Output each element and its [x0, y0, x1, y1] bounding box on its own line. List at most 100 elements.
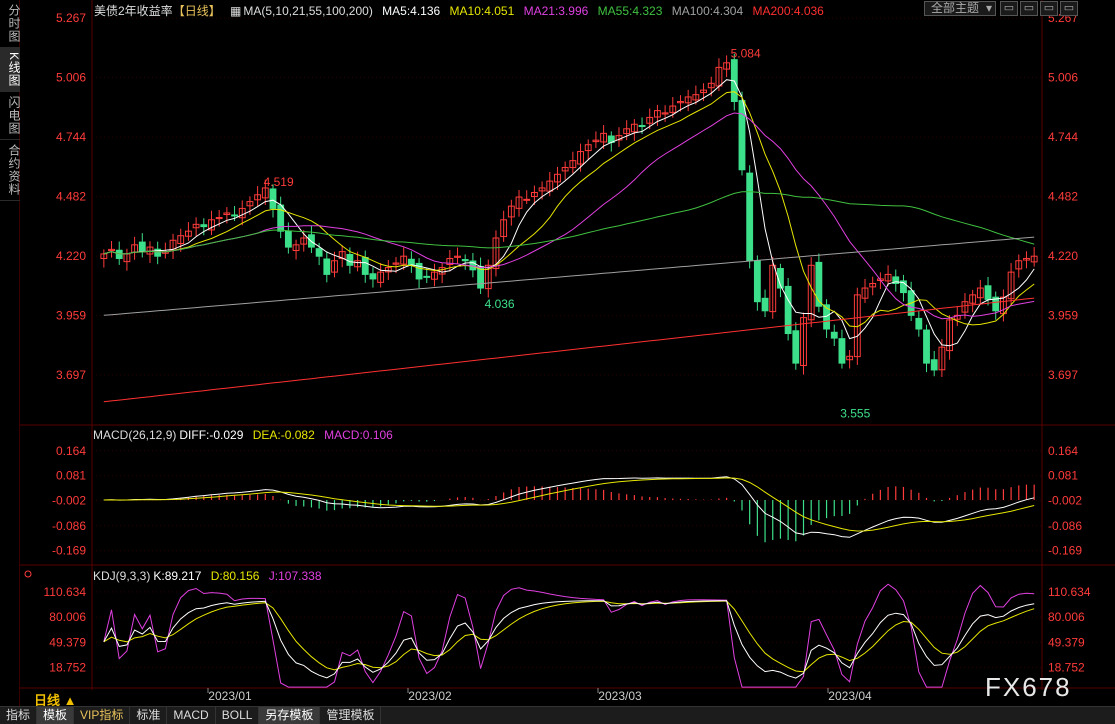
- candle-body: [200, 224, 208, 228]
- price-tick-right: 3.697: [1048, 368, 1078, 382]
- macd-diff-line: [103, 476, 1035, 538]
- macd-dea-line: [103, 477, 1035, 532]
- bottom-tab-3[interactable]: 标准: [130, 707, 168, 724]
- bottom-tab-5[interactable]: BOLL: [216, 707, 260, 724]
- macd-tick-right: 0.164: [1048, 444, 1078, 458]
- ma100-value: MA100:4.304: [671, 4, 744, 18]
- kdj-j-line: [103, 583, 1035, 688]
- macd-diff: DIFF:-0.029: [179, 428, 244, 442]
- window-button-3[interactable]: ▭: [1040, 1, 1058, 16]
- window-button-4[interactable]: ▭: [1060, 1, 1078, 16]
- bottom-tab-1[interactable]: 模板: [37, 707, 75, 724]
- candle-body: [753, 260, 761, 303]
- candle-body: [746, 172, 754, 262]
- date-label: 2023/03: [598, 689, 642, 703]
- candle-body: [323, 258, 331, 275]
- kdj-k: K:89.217: [153, 569, 202, 583]
- watermark-logo: FX678: [985, 672, 1072, 702]
- candle-body: [761, 297, 769, 312]
- window-button-1[interactable]: ▭: [1000, 1, 1018, 16]
- bottom-tab-6[interactable]: 另存模板: [259, 707, 321, 724]
- theme-dropdown[interactable]: 全部主题 ▾: [924, 1, 996, 16]
- date-label: 2023/02: [408, 689, 452, 703]
- chart-canvas[interactable]: 5.267 5.2675.006 5.0064.744 4.7444.482 4.482…: [20, 0, 1115, 706]
- low-marker-label-2: 3.555: [840, 406, 870, 420]
- macd-tick-left: 0.081: [56, 469, 86, 483]
- view-tab-1[interactable]: K线图: [0, 48, 21, 93]
- date-label: 2023/01: [208, 689, 252, 703]
- view-tab-3[interactable]: 合约资料: [0, 140, 21, 202]
- kdj-k-line: [103, 600, 1035, 679]
- high-marker-label-2: 5.084: [731, 47, 761, 61]
- price-tick-right: 5.006: [1048, 70, 1078, 84]
- candle-body: [930, 359, 938, 371]
- candle-body: [461, 259, 469, 262]
- macd-legend: MACD(26,12,9) DIFF:-0.029 DEA:-0.082 MACD…: [93, 428, 399, 442]
- period-tag: 【日线】: [172, 4, 221, 18]
- ma5-value: MA5:4.136: [382, 4, 441, 18]
- chevron-down-icon: ▾: [985, 1, 992, 15]
- candle-body: [915, 317, 923, 330]
- price-tick-left: 4.744: [56, 130, 86, 144]
- macd-tick-left: 0.164: [56, 444, 86, 458]
- macd-tick-left: -0.086: [52, 519, 86, 533]
- kdj-tick-left: 110.634: [44, 585, 87, 599]
- candle-body: [284, 230, 292, 248]
- ma10-line: [103, 91, 1035, 328]
- candle-body: [369, 273, 377, 280]
- price-tick-left: 3.697: [56, 368, 86, 382]
- bottom-tab-4[interactable]: MACD: [167, 707, 216, 724]
- ma-params: MA(5,10,21,55,100,200): [243, 4, 373, 18]
- view-tab-0[interactable]: 分时图: [0, 0, 21, 48]
- macd-tick-left: -0.169: [52, 544, 86, 558]
- kdj-d: D:80.156: [210, 569, 260, 583]
- view-tab-2[interactable]: 闪电图: [0, 92, 21, 141]
- window-button-2[interactable]: ▭: [1020, 1, 1038, 16]
- candle-body: [361, 257, 369, 275]
- kdj-legend: KDJ(9,3,3) K:89.217 D:80.156 J:107.338: [93, 569, 328, 583]
- view-tabs: 分时图 K线图 闪电图 合约资料: [0, 0, 21, 706]
- candle-body: [784, 285, 792, 335]
- kdj-tick-right: 80.006: [1048, 610, 1085, 624]
- price-tick-left: 4.220: [56, 249, 86, 263]
- bottom-toolbar: 指标 模板 VIP指标 标准 MACD BOLL 另存模板 管理模板: [0, 706, 1115, 724]
- kdj-tick-left: 80.006: [49, 610, 86, 624]
- candle-body: [838, 338, 846, 364]
- candle-body: [523, 198, 531, 201]
- macd-value: MACD:0.106: [324, 428, 393, 442]
- macd-tick-right: -0.086: [1048, 519, 1082, 533]
- kdj-params: KDJ(9,3,3): [93, 569, 151, 583]
- high-marker-label-1: 4.519: [264, 175, 294, 189]
- bottom-tab-2[interactable]: VIP指标: [74, 707, 131, 724]
- price-tick-left: 5.006: [56, 70, 86, 84]
- candle-body: [138, 241, 146, 253]
- price-tick-right: 4.744: [1048, 130, 1078, 144]
- date-label: 2023/04: [828, 689, 872, 703]
- price-tick-right: 4.482: [1048, 190, 1078, 204]
- ma200-line: [103, 297, 1035, 403]
- candle-body: [792, 330, 800, 364]
- kdj-j: J:107.338: [268, 569, 322, 583]
- macd-dea: DEA:-0.082: [252, 428, 315, 442]
- ma5-line: [103, 79, 1035, 347]
- candle-body: [638, 125, 646, 128]
- candle-body: [830, 331, 838, 339]
- chart-area[interactable]: 5.267 5.267 5.006 5.006 4.744 4.744 4.482 4.482…: [20, 0, 1115, 706]
- kdj-tick-right: 110.634: [1048, 585, 1091, 599]
- kdj-tick-right: 49.379: [1048, 635, 1085, 649]
- candle-body: [346, 254, 354, 266]
- bottom-tab-0[interactable]: 指标: [0, 707, 38, 724]
- candle-body: [269, 188, 277, 209]
- ma200-value: MA200:4.036: [752, 4, 824, 18]
- candle-body: [738, 100, 746, 171]
- bottom-tab-7[interactable]: 管理模板: [320, 707, 382, 724]
- ma-icon: ▦: [230, 4, 242, 18]
- ma21-value: MA21:3.996: [523, 4, 589, 18]
- instrument-title: 美债2年收益率: [94, 4, 173, 18]
- ma55-value: MA55:4.323: [597, 4, 663, 18]
- kdj-tick-left: 18.752: [49, 661, 86, 675]
- macd-tick-right: -0.169: [1048, 544, 1082, 558]
- main-legend: 美债2年收益率【日线】 ▦ MA(5,10,21,55,100,200) MA5:…: [94, 2, 830, 19]
- price-tick-left: 4.482: [56, 190, 86, 204]
- candle-body: [923, 329, 930, 364]
